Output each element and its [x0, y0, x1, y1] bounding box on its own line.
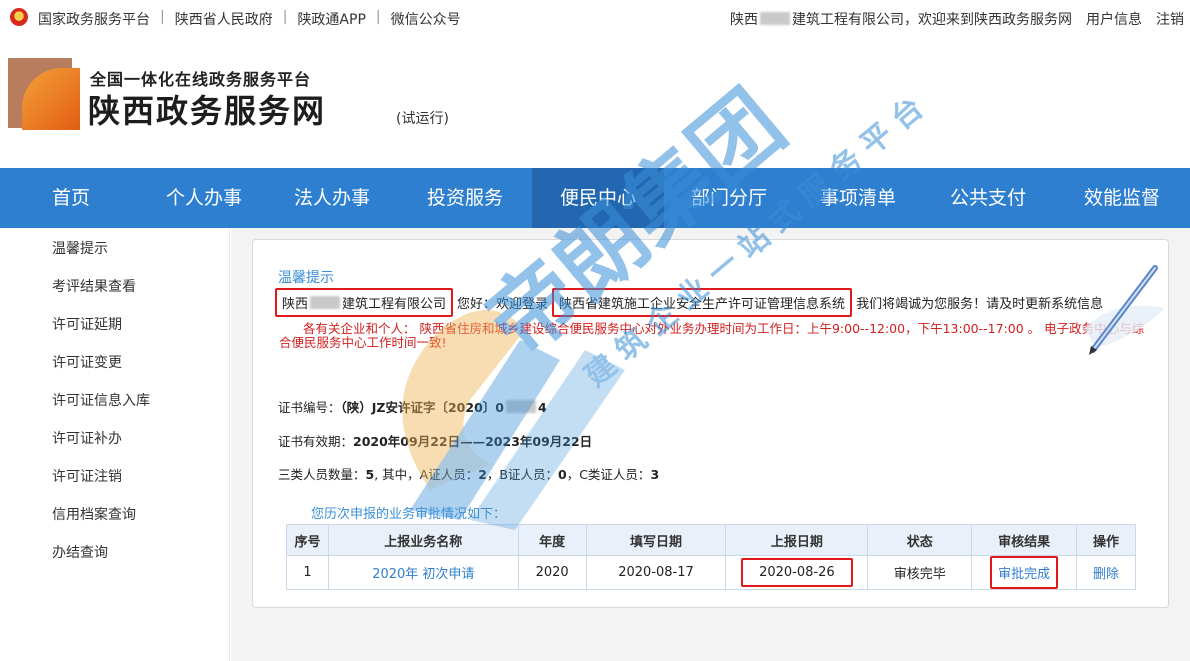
content-panel: 温馨提示 陕西 建筑工程有限公司 您好：欢迎登录 陕西省建筑施工企业安全生产许可证…	[252, 239, 1169, 608]
col-header-fill-date: 填写日期	[585, 524, 727, 556]
result-link[interactable]: 审批完成	[990, 556, 1059, 589]
sidebar: 温馨提示 考评结果查看 许可证延期 许可证变更 许可证信息入库 许可证补办 许可…	[0, 228, 230, 661]
pen-decoration-icon	[1085, 265, 1165, 355]
sidebar-item-change[interactable]: 许可证变更	[0, 342, 229, 380]
delete-link[interactable]: 删除	[1076, 555, 1136, 590]
sidebar-item-cancel[interactable]: 许可证注销	[0, 456, 229, 494]
nav-departments[interactable]: 部门分厅	[664, 168, 794, 228]
col-header-result: 审核结果	[971, 524, 1078, 556]
site-header: 全国一体化在线政务服务平台 陕西政务服务网 (试运行)	[0, 36, 1190, 168]
trial-label: (试运行)	[396, 111, 449, 127]
report-date-value: 2020-08-26	[741, 558, 853, 587]
main-nav: 首页 个人办事 法人办事 投资服务 便民中心 部门分厅 事项清单 公共支付 效能…	[0, 168, 1190, 228]
nav-supervision[interactable]: 效能监督	[1054, 168, 1190, 228]
top-links: 国家政务服务平台 | 陕西省人民政府 | 陕政通APP | 微信公众号	[38, 9, 461, 29]
separator: |	[160, 9, 165, 25]
sidebar-item-reissue[interactable]: 许可证补办	[0, 418, 229, 456]
office-hours-notice: 各有关企业和个人： 陕西省住房和城乡建设综合便民服务中心对外业务办理时间为工作日…	[279, 321, 1145, 350]
company-name: 陕西 建筑工程有限公司	[275, 288, 454, 317]
sidebar-item-entry[interactable]: 许可证信息入库	[0, 380, 229, 418]
col-header-status: 状态	[867, 524, 973, 556]
top-bar: 国家政务服务平台 | 陕西省人民政府 | 陕政通APP | 微信公众号 陕西 建筑…	[0, 0, 1190, 36]
cell-year: 2020	[517, 555, 587, 590]
col-header-report-date: 上报日期	[725, 524, 869, 556]
sidebar-item-tips[interactable]: 温馨提示	[0, 228, 229, 266]
col-header-action: 操作	[1076, 524, 1136, 556]
sidebar-item-completed[interactable]: 办结查询	[0, 532, 229, 570]
welcome-text: 陕西 建筑工程有限公司，欢迎来到陕西政务服务网	[730, 12, 1072, 28]
col-header-no: 序号	[286, 524, 329, 556]
redacted-mask	[310, 296, 341, 309]
cell-result: 审批完成	[971, 555, 1078, 590]
cert-validity: 证书有效期：2020年09月22日——2023年09月22日	[278, 434, 593, 449]
separator: |	[282, 9, 288, 25]
nav-legal-person[interactable]: 法人办事	[266, 168, 398, 228]
national-emblem-icon	[10, 8, 28, 26]
sidebar-item-evaluation[interactable]: 考评结果查看	[0, 266, 229, 304]
cert-number: 证书编号：（陕）JZ安许证字〔2020〕0 4	[278, 400, 547, 415]
approval-table: 序号 上报业务名称 年度 填写日期 上报日期 状态 审核结果 操作 1 2020…	[286, 524, 1136, 590]
redacted-mask	[505, 400, 536, 413]
greeting-end: 我们将竭诚为您服务！请及时更新系统信息	[856, 297, 1104, 312]
top-link-national-platform[interactable]: 国家政务服务平台	[38, 9, 150, 29]
cell-status: 审核完毕	[867, 555, 973, 590]
top-user-area: 陕西 建筑工程有限公司，欢迎来到陕西政务服务网 用户信息 注销	[730, 9, 1184, 29]
system-name: 陕西省建筑施工企业安全生产许可证管理信息系统	[552, 288, 853, 317]
tip-title: 温馨提示	[278, 270, 334, 286]
site-logo[interactable]	[8, 58, 80, 130]
table-header-row: 序号 上报业务名称 年度 填写日期 上报日期 状态 审核结果 操作	[286, 524, 1136, 556]
cell-report-date: 2020-08-26	[725, 555, 869, 590]
nav-personal[interactable]: 个人办事	[142, 168, 266, 228]
table-row: 1 2020年 初次申请 2020 2020-08-17 2020-08-26 …	[286, 555, 1136, 590]
cell-no: 1	[286, 555, 329, 590]
redacted-mask	[760, 12, 790, 25]
nav-payment[interactable]: 公共支付	[922, 168, 1054, 228]
welcome-line: 陕西 建筑工程有限公司 您好：欢迎登录 陕西省建筑施工企业安全生产许可证管理信息系…	[275, 288, 1103, 317]
top-link-wechat[interactable]: 微信公众号	[391, 9, 461, 29]
history-title: 您历次申报的业务审批情况如下：	[311, 507, 507, 522]
greeting-text: 您好：欢迎登录	[457, 297, 549, 312]
nav-investment[interactable]: 投资服务	[398, 168, 532, 228]
nav-convenience[interactable]: 便民中心	[532, 168, 664, 228]
cell-business-name-link[interactable]: 2020年 初次申请	[327, 555, 519, 590]
cell-fill-date: 2020-08-17	[585, 555, 727, 590]
nav-home[interactable]: 首页	[0, 168, 142, 228]
top-link-app[interactable]: 陕政通APP	[297, 9, 365, 29]
col-header-name: 上报业务名称	[327, 524, 519, 556]
nav-item-list[interactable]: 事项清单	[794, 168, 922, 228]
sidebar-item-extend[interactable]: 许可证延期	[0, 304, 229, 342]
staff-count: 三类人员数量：5, 其中，A证人员：2，B证人员：0，C类证人员：3	[278, 467, 660, 482]
top-link-province-gov[interactable]: 陕西省人民政府	[175, 9, 273, 29]
sidebar-item-credit[interactable]: 信用档案查询	[0, 494, 229, 532]
logout-link[interactable]: 注销	[1156, 9, 1184, 29]
user-info-link[interactable]: 用户信息	[1086, 9, 1142, 29]
site-title: 陕西政务服务网	[88, 92, 327, 130]
separator: |	[375, 9, 381, 25]
col-header-year: 年度	[517, 524, 587, 556]
